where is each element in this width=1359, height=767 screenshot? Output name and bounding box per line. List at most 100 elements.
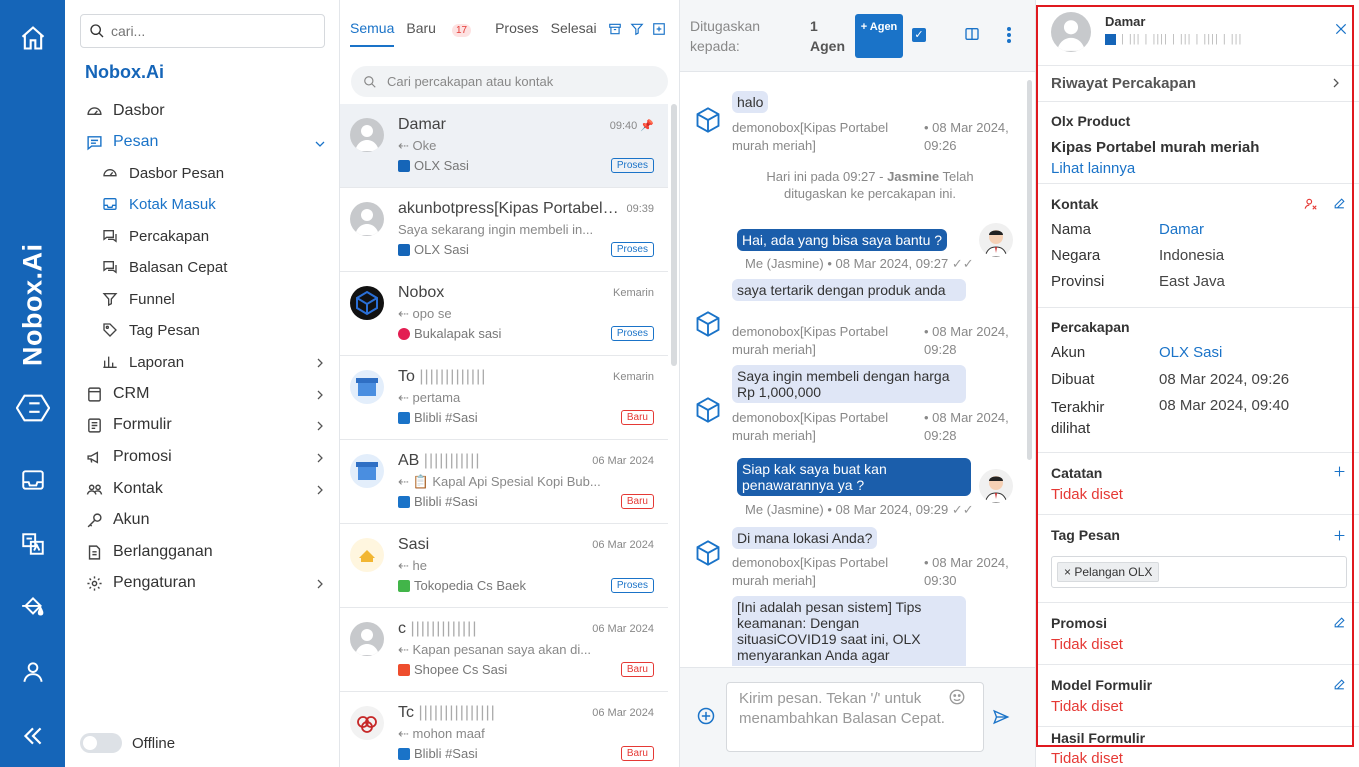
add-conversation-icon[interactable] [652,22,666,36]
nav-item-promosi[interactable]: Promosi [85,445,172,469]
send-icon[interactable] [992,708,1010,731]
emoji-icon[interactable] [948,688,966,711]
conversation-row[interactable]: akunbotpress[Kipas Portabel murah meriah… [340,188,668,272]
nav-item-formulir[interactable]: Formulir [85,413,172,437]
tab-selesai[interactable]: Selesai [551,20,597,37]
unlink-user-icon[interactable] [1304,197,1318,216]
user-icon[interactable] [16,655,50,689]
count-badge: 17 [451,24,472,37]
timestamp: 06 Mar 2024 [592,455,654,467]
collapse-icon[interactable] [16,719,50,753]
message-sender: demonobox[Kipas Portabel murah meriah] [732,120,889,153]
history-row[interactable]: Riwayat Percakapan [1036,66,1359,102]
message-input[interactable]: Kirim pesan. Tekan '/' untuk menambahkan… [726,682,984,752]
nav-item-crm[interactable]: CRM [85,382,149,406]
tokopedia-icon [398,579,410,592]
add-tag-icon[interactable] [1333,529,1346,547]
home-icon[interactable] [16,21,50,55]
channel: OLX Sasi [398,158,469,173]
promo-section: Promosi Tidak diset [1036,603,1359,665]
message-meta: Me (Jasmine) • 08 Mar 2024, 09:27 ✓✓ [745,256,974,271]
nav-item-balasan-cepat[interactable]: Balasan Cepat [101,255,227,279]
edit-icon[interactable] [1333,678,1346,696]
chevron-right-icon[interactable] [314,577,326,589]
nav-item-berlangganan[interactable]: Berlangganan [85,540,213,564]
split-view-icon[interactable] [964,26,980,47]
chevron-right-icon[interactable] [314,419,326,431]
list-scrollbar[interactable] [671,104,677,366]
nav-item-kontak[interactable]: Kontak [85,477,163,501]
add-attachment-icon[interactable] [696,706,716,731]
last-message: ⇠ opo se [398,306,452,321]
archive-icon[interactable] [608,22,622,36]
tab-baru[interactable]: Baru 17 [406,20,483,37]
nav-item-pengaturan[interactable]: Pengaturan [85,571,196,595]
product-title: Olx Product [1051,113,1131,129]
conversation-row[interactable]: Sasi 06 Mar 2024 ⇠ he Tokopedia Cs Baek … [340,524,668,608]
close-icon[interactable] [1334,22,1348,41]
edit-icon[interactable] [1333,616,1346,634]
conversation-search[interactable]: Cari percakapan atau kontak [351,66,668,97]
more-vertical-icon[interactable] [1006,26,1012,49]
list-toolbar [608,22,666,36]
channel: Blibli #Sasi [398,410,478,425]
chevron-right-icon[interactable] [314,356,326,368]
chevron-down-icon[interactable] [314,137,326,149]
nav-item-laporan[interactable]: Laporan [101,350,184,374]
chevron-right-icon[interactable] [314,451,326,463]
message-sender: demonobox[Kipas Portabel murah meriah] [732,555,889,588]
online-toggle[interactable] [80,733,122,753]
crm-icon [85,385,103,403]
conversation-row[interactable]: AB ||||||||||| 06 Mar 2024 ⇠ 📋 Kapal Api… [340,440,668,524]
nav-item-akun[interactable]: Akun [85,508,149,532]
tab-semua[interactable]: Semua [350,20,395,47]
outgoing-message: Siap kak saya buat kan penawarannya ya ? [737,458,971,496]
nav-search-input[interactable] [111,23,311,39]
nav-search[interactable] [80,14,325,48]
channel: Blibli #Sasi [398,494,478,509]
shopee-icon [398,663,410,676]
tag-input[interactable]: × Pelangan OLX [1051,556,1347,588]
edit-icon[interactable] [1333,197,1346,215]
nav-item-tag-pesan[interactable]: Tag Pesan [101,318,200,342]
tab-proses[interactable]: Proses [495,20,539,37]
thread-scrollbar[interactable] [1027,80,1032,460]
tag-chip[interactable]: × Pelangan OLX [1057,562,1160,582]
nav-item-dasbor-pesan[interactable]: Dasbor Pesan [101,161,224,185]
field-value[interactable]: Damar [1159,221,1204,238]
chat-panel: Ditugaskan kepada: 1 Agen + Agen ✓ halo … [680,0,1035,767]
chevron-right-icon[interactable] [314,388,326,400]
gauge-icon [101,164,119,182]
conversation-row[interactable]: c ||||||||||||| 06 Mar 2024 ⇠ Kapan pesa… [340,608,668,692]
conversation-row[interactable]: Damar 09:40 📌 ⇠ Oke OLX Sasi Proses [340,104,668,188]
incoming-message: Di mana lokasi Anda? [732,527,878,549]
product-more-link[interactable]: Lihat lainnya [1051,160,1135,177]
conversation-row[interactable]: Nobox Kemarin ⇠ opo se Bukalapak sasi Pr… [340,272,668,356]
channel: OLX Sasi [398,242,469,257]
nav-item-pesan[interactable]: Pesan [85,130,158,154]
add-agent-button[interactable]: + Agen [855,14,903,58]
contact-name: Damar [398,116,447,133]
filter-icon[interactable] [630,22,644,36]
inbox-icon[interactable] [16,463,50,497]
paint-bucket-icon[interactable] [16,590,50,624]
conversation-list-panel: Semua Baru 17 Proses Selesai Cari percaka… [340,0,680,767]
nav-item-dasbor[interactable]: Dasbor [85,99,165,123]
add-note-icon[interactable] [1333,465,1346,483]
remove-tag-icon[interactable]: × [1064,565,1071,579]
translate-icon[interactable] [16,527,50,561]
nav-item-percakapan[interactable]: Percakapan [101,224,209,248]
quick-reply-icon [101,258,119,276]
chevron-right-icon[interactable] [314,483,326,495]
conversation-row[interactable]: To ||||||||||||| Kemarin ⇠ pertama Blibl… [340,356,668,440]
avatar [350,622,384,656]
nav-item-funnel[interactable]: Funnel [101,287,175,311]
field-value[interactable]: OLX Sasi [1159,344,1222,361]
resolve-checkbox[interactable]: ✓ [912,28,926,42]
nav-item-kotak-masuk[interactable]: Kotak Masuk [101,192,216,216]
brand-name: Nobox.Ai [85,62,164,82]
form-model-value: Tidak diset [1051,698,1123,715]
nav-sidebar: Nobox.Ai Dasbor Pesan Dasbor Pesan Kotak… [65,0,340,767]
conversation-row[interactable]: Tc ||||||||||||||| 06 Mar 2024 ⇠ mohon m… [340,692,668,767]
contact-name: Damar [1105,14,1146,29]
